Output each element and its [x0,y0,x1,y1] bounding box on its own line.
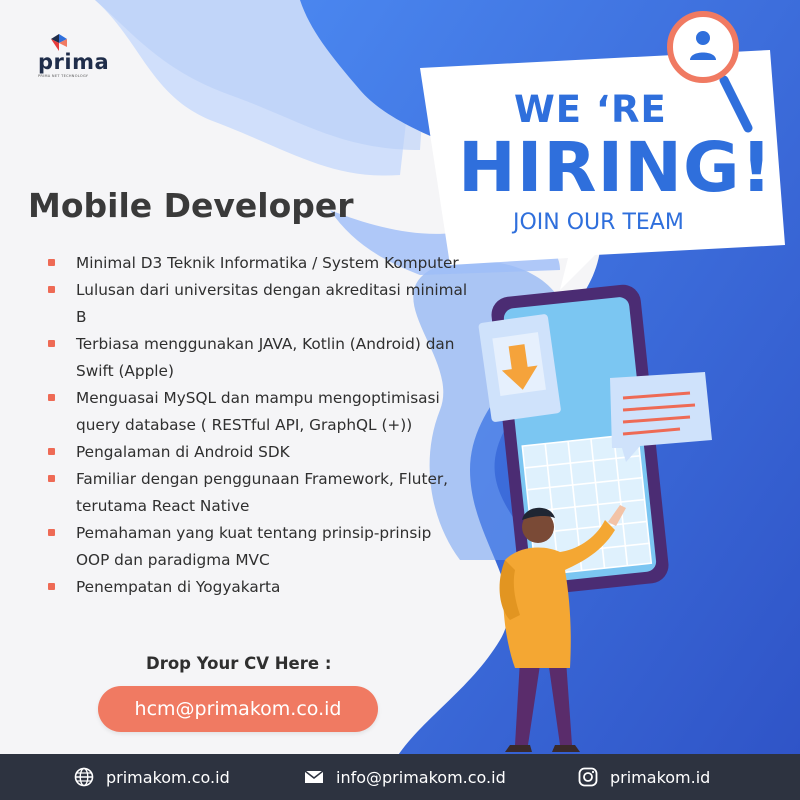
requirement-text: Minimal D3 Teknik Informatika / System K… [76,254,459,272]
email-button[interactable]: hcm@primakom.co.id [98,686,378,732]
requirement-text: Lulusan dari universitas dengan akredita… [76,281,468,326]
footer-email-link[interactable]: info@primakom.co.id [304,754,506,800]
bullet-icon [48,340,55,347]
footer-website-text: primakom.co.id [106,767,230,787]
requirement-text: Menguasai MySQL dan mampu mengoptimisasi… [76,389,440,434]
job-title: Mobile Developer [28,186,354,225]
bullet-icon [48,286,55,293]
bullet-icon [48,583,55,590]
brand-tagline: PRIMA NET TECHNOLOGY [38,74,89,78]
bullet-icon [48,475,55,482]
envelope-icon [304,770,324,783]
drop-cv-label: Drop Your CV Here : [146,654,332,673]
bullet-icon [48,394,55,401]
list-item: Minimal D3 Teknik Informatika / System K… [48,250,468,277]
download-card [478,314,561,422]
footer-instagram-link[interactable]: primakom.id [578,754,710,800]
footer-email-text: info@primakom.co.id [336,767,506,787]
list-item: Pengalaman di Android SDK [48,439,468,466]
list-item: Pemahaman yang kuat tentang prinsip-prin… [48,520,468,574]
requirement-text: Pengalaman di Android SDK [76,443,290,461]
instagram-icon [578,767,598,787]
list-item: Penempatan di Yogyakarta [48,574,468,601]
footer-bar: primakom.co.id info@primakom.co.id prima… [0,754,800,800]
bullet-icon [48,448,55,455]
requirement-text: Penempatan di Yogyakarta [76,578,281,596]
globe-icon [74,767,94,787]
requirement-text: Familiar dengan penggunaan Framework, Fl… [76,470,449,515]
list-item: Familiar dengan penggunaan Framework, Fl… [48,466,468,520]
requirement-text: Terbiasa menggunakan JAVA, Kotlin (Andro… [76,335,455,380]
footer-website-link[interactable]: primakom.co.id [74,754,230,800]
requirement-text: Pemahaman yang kuat tentang prinsip-prin… [76,524,432,569]
list-item: Lulusan dari universitas dengan akredita… [48,277,468,331]
bullet-icon [48,259,55,266]
list-item: Terbiasa menggunakan JAVA, Kotlin (Andro… [48,331,468,385]
poster: prima PRIMA NET TECHNOLOGY WE ‘RE HIRING… [0,0,800,800]
requirements-list: Minimal D3 Teknik Informatika / System K… [48,250,468,601]
footer-instagram-text: primakom.id [610,767,711,787]
list-item: Menguasai MySQL dan mampu mengoptimisasi… [48,385,468,439]
bullet-icon [48,529,55,536]
brand-name: prima [38,50,110,74]
brand-logo: prima PRIMA NET TECHNOLOGY [38,34,109,78]
